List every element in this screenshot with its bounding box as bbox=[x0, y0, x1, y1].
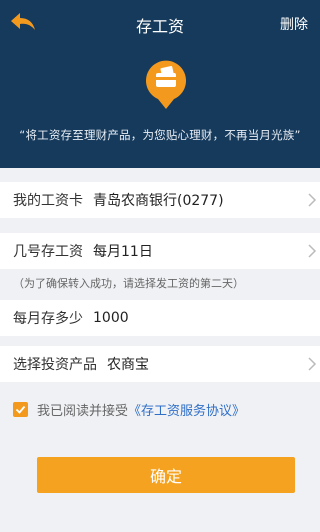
product-value: 农商宝 bbox=[107, 357, 149, 373]
chevron-right-icon bbox=[308, 357, 317, 371]
deposit-day-value: 每月11日 bbox=[93, 244, 153, 260]
wallet-card-icon bbox=[146, 60, 186, 109]
agreement-link[interactable]: 《存工资服务协议》 bbox=[128, 400, 245, 419]
salary-card-value: 青岛农商银行(0277) bbox=[93, 193, 224, 209]
confirm-button[interactable]: 确定 bbox=[37, 457, 295, 493]
salary-card-label: 我的工资卡 bbox=[13, 193, 83, 209]
monthly-amount-row[interactable]: 每月存多少 1000 bbox=[0, 300, 320, 336]
page-title: 存工资 bbox=[135, 17, 184, 36]
deposit-day-label: 几号存工资 bbox=[13, 244, 83, 260]
chevron-right-icon bbox=[308, 193, 317, 207]
agreement-checkbox[interactable] bbox=[13, 401, 28, 417]
product-row[interactable]: 选择投资产品 农商宝 bbox=[0, 346, 320, 382]
agreement-text: 我已阅读并接受 bbox=[37, 403, 129, 419]
product-label: 选择投资产品 bbox=[13, 357, 97, 373]
delete-button[interactable]: 删除 bbox=[280, 14, 308, 34]
slogan-text: “将工资存至理财产品，为您贴心理财，不再当月光族” bbox=[19, 128, 301, 142]
salary-card-row[interactable]: 我的工资卡 青岛农商银行(0277) bbox=[0, 182, 320, 218]
chevron-right-icon bbox=[308, 244, 317, 258]
deposit-day-row[interactable]: 几号存工资 每月11日 bbox=[0, 233, 320, 269]
monthly-amount-input[interactable]: 1000 bbox=[93, 310, 129, 326]
agreement-row: 我已阅读并接受 《存工资服务协议》 bbox=[13, 398, 245, 420]
monthly-amount-label: 每月存多少 bbox=[13, 311, 83, 327]
checkmark-icon bbox=[15, 405, 26, 414]
header: 存工资 删除 “将工资存至理财产品，为您贴心理财，不再当月光族” bbox=[0, 0, 320, 168]
app-root: 存工资 删除 “将工资存至理财产品，为您贴心理财，不再当月光族” 我的工资卡 青… bbox=[0, 0, 320, 532]
deposit-hint: （为了确保转入成功，请选择发工资的第二天） bbox=[13, 277, 244, 290]
